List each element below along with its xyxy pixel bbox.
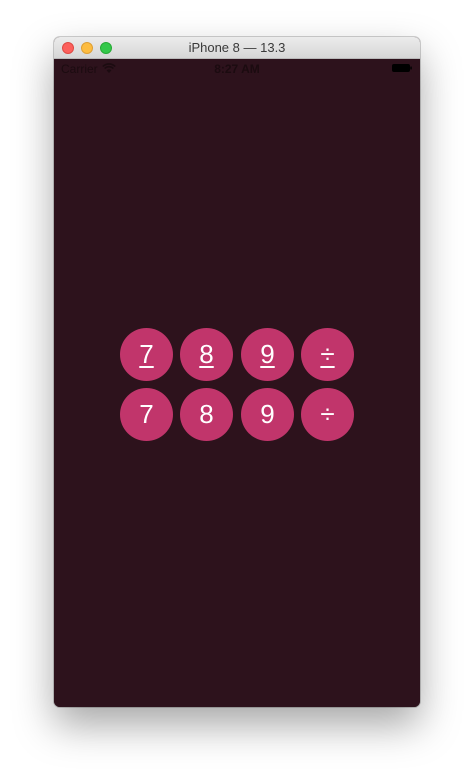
key-8[interactable]: 8: [180, 388, 233, 441]
status-time: 8:27 AM: [214, 62, 260, 76]
simulator-window: iPhone 8 — 13.3 Carrier 8:27 AM 7 8 9 ÷: [54, 37, 420, 707]
key-label: 8: [199, 339, 214, 369]
keypad: 7 8 9 ÷ 7 8 9 ÷: [120, 328, 354, 448]
battery-icon: [392, 64, 412, 72]
keypad-row-underlined: 7 8 9 ÷: [120, 328, 354, 381]
key-divide[interactable]: ÷: [301, 388, 354, 441]
key-8[interactable]: 8: [180, 328, 233, 381]
status-bar: Carrier 8:27 AM: [54, 59, 420, 79]
key-label: 9: [260, 339, 275, 369]
window-title: iPhone 8 — 13.3: [188, 40, 286, 55]
key-label: ÷: [320, 339, 335, 369]
title-bar[interactable]: iPhone 8 — 13.3: [54, 37, 420, 59]
key-9[interactable]: 9: [241, 328, 294, 381]
key-label: ÷: [320, 399, 335, 429]
key-9[interactable]: 9: [241, 388, 294, 441]
keypad-row: 7 8 9 ÷: [120, 388, 354, 441]
key-label: 7: [139, 339, 154, 369]
key-label: 8: [199, 399, 214, 429]
key-label: 7: [139, 399, 154, 429]
key-divide[interactable]: ÷: [301, 328, 354, 381]
key-7[interactable]: 7: [120, 388, 173, 441]
key-label: 9: [260, 399, 275, 429]
device-screen: Carrier 8:27 AM 7 8 9 ÷ 7 8 9 ÷: [54, 59, 420, 707]
key-7[interactable]: 7: [120, 328, 173, 381]
